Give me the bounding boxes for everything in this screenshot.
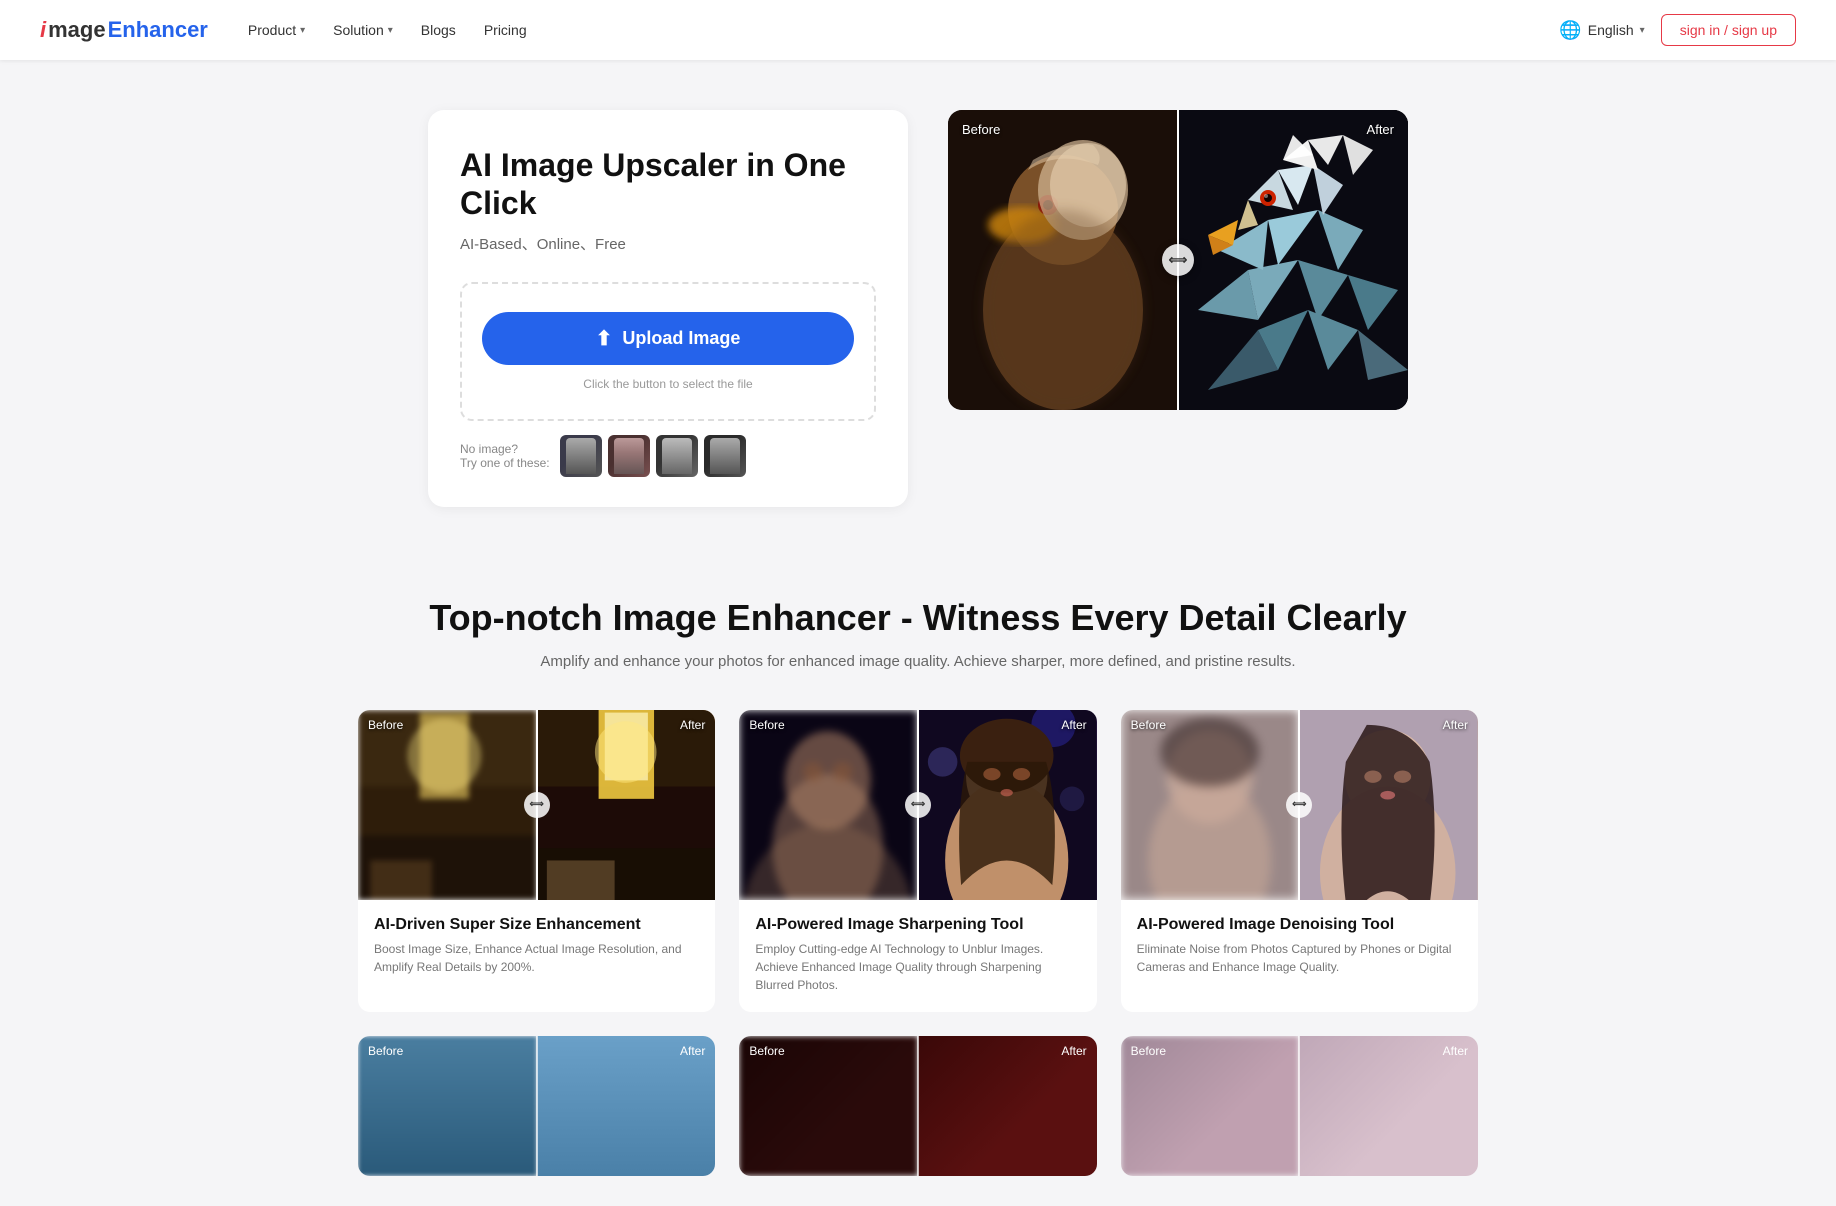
nav-blogs[interactable]: Blogs (421, 22, 456, 38)
before-label: Before (1131, 1044, 1166, 1058)
hero-section: AI Image Upscaler in One Click AI-Based、… (318, 60, 1518, 547)
upload-button-label: Upload Image (622, 328, 740, 349)
slider-handle[interactable]: ⟺ (524, 792, 550, 818)
eagle-before-after: Before After ⟺ (948, 110, 1408, 410)
navbar: i mage Enhancer Product ▾ Solution ▾ Blo… (0, 0, 1836, 60)
eagle-after-svg (1178, 110, 1408, 410)
sample-image-2[interactable] (608, 435, 650, 477)
before-label: Before (962, 122, 1000, 137)
divider-line (917, 1036, 919, 1176)
after-label: After (1443, 1044, 1468, 1058)
feature-img-2: ⟺ Before After (739, 710, 1096, 900)
nav-product[interactable]: Product ▾ (248, 22, 305, 38)
nav-pricing[interactable]: Pricing (484, 22, 527, 38)
feature-desc-2: Employ Cutting-edge AI Technology to Unb… (755, 940, 1080, 994)
bottom-card-2: Before After (739, 1036, 1096, 1176)
feature-name-2: AI-Powered Image Sharpening Tool (755, 916, 1080, 934)
nav-solution[interactable]: Solution ▾ (333, 22, 393, 38)
divider-line (536, 1036, 538, 1176)
nav-pricing-label: Pricing (484, 22, 527, 38)
chevron-down-icon: ▾ (300, 25, 305, 36)
feature-card-2: ⟺ Before After AI-Powered Image Sharpeni… (739, 710, 1096, 1012)
features-grid: ⟺ Before After AI-Driven Super Size Enha… (358, 710, 1478, 1012)
after-label: After (1443, 718, 1468, 732)
feature-card-3: ⟺ Before After AI-Powered Image Denoisin… (1121, 710, 1478, 1012)
logo-image: mage (48, 17, 105, 43)
feature-img-1: ⟺ Before After (358, 710, 715, 900)
slider-handle[interactable]: ⟺ (1286, 792, 1312, 818)
after-label: After (1367, 122, 1394, 137)
nav-right: 🌐 English ▾ sign in / sign up (1559, 14, 1796, 46)
sample-image-1[interactable] (560, 435, 602, 477)
features-title: Top-notch Image Enhancer - Witness Every… (358, 597, 1478, 639)
sample-image-3[interactable] (656, 435, 698, 477)
logo-i: i (40, 17, 46, 43)
before-label: Before (1131, 718, 1166, 732)
feature-content-1: AI-Driven Super Size Enhancement Boost I… (358, 900, 715, 994)
feature-img-3: ⟺ Before After (1121, 710, 1478, 900)
feature-content-2: AI-Powered Image Sharpening Tool Employ … (739, 900, 1096, 1012)
slider-handle[interactable]: ⟺ (905, 792, 931, 818)
nav-blogs-label: Blogs (421, 22, 456, 38)
after-label: After (680, 1044, 705, 1058)
signin-button[interactable]: sign in / sign up (1661, 14, 1796, 46)
hero-subtitle: AI-Based、Online、Free (460, 233, 876, 254)
chevron-down-icon: ▾ (388, 25, 393, 36)
feature-desc-1: Boost Image Size, Enhance Actual Image R… (374, 940, 699, 976)
language-button[interactable]: 🌐 English ▾ (1559, 20, 1644, 41)
nav-solution-label: Solution (333, 22, 384, 38)
eagle-before-svg (948, 110, 1178, 410)
feature-content-3: AI-Powered Image Denoising Tool Eliminat… (1121, 900, 1478, 994)
hero-title: AI Image Upscaler in One Click (460, 146, 876, 223)
hero-preview-panel: Before After ⟺ (948, 110, 1408, 410)
sample-row: No image? Try one of these: (460, 435, 876, 477)
features-subtitle: Amplify and enhance your photos for enha… (358, 653, 1478, 670)
after-label: After (680, 718, 705, 732)
language-label: English (1588, 22, 1634, 38)
before-label: Before (749, 718, 784, 732)
chevron-down-icon: ▾ (1640, 25, 1645, 36)
sample-image-4[interactable] (704, 435, 746, 477)
sample-label: No image? Try one of these: (460, 442, 550, 470)
globe-icon: 🌐 (1559, 20, 1581, 41)
slider-handle[interactable]: ⟺ (1162, 244, 1194, 276)
before-label: Before (368, 1044, 403, 1058)
features-bottom-grid: Before After Before After Before After (358, 1036, 1478, 1176)
upload-hint: Click the button to select the file (583, 377, 752, 391)
before-label: Before (368, 718, 403, 732)
logo-enhancer: Enhancer (108, 17, 208, 43)
hero-upload-panel: AI Image Upscaler in One Click AI-Based、… (428, 110, 908, 507)
feature-desc-3: Eliminate Noise from Photos Captured by … (1137, 940, 1462, 976)
sample-images (560, 435, 746, 477)
after-label: After (1061, 718, 1086, 732)
bottom-card-1: Before After (358, 1036, 715, 1176)
upload-icon: ⬆ (596, 326, 613, 351)
features-section: Top-notch Image Enhancer - Witness Every… (318, 547, 1518, 1206)
before-label: Before (749, 1044, 784, 1058)
logo[interactable]: i mage Enhancer (40, 17, 208, 43)
bottom-card-3: Before After (1121, 1036, 1478, 1176)
upload-button[interactable]: ⬆ Upload Image (482, 312, 854, 365)
nav-links: Product ▾ Solution ▾ Blogs Pricing (248, 22, 1559, 38)
nav-product-label: Product (248, 22, 296, 38)
feature-name-1: AI-Driven Super Size Enhancement (374, 916, 699, 934)
after-label: After (1061, 1044, 1086, 1058)
divider-line (1298, 1036, 1300, 1176)
feature-card-1: ⟺ Before After AI-Driven Super Size Enha… (358, 710, 715, 1012)
feature-name-3: AI-Powered Image Denoising Tool (1137, 916, 1462, 934)
upload-area: ⬆ Upload Image Click the button to selec… (460, 282, 876, 421)
